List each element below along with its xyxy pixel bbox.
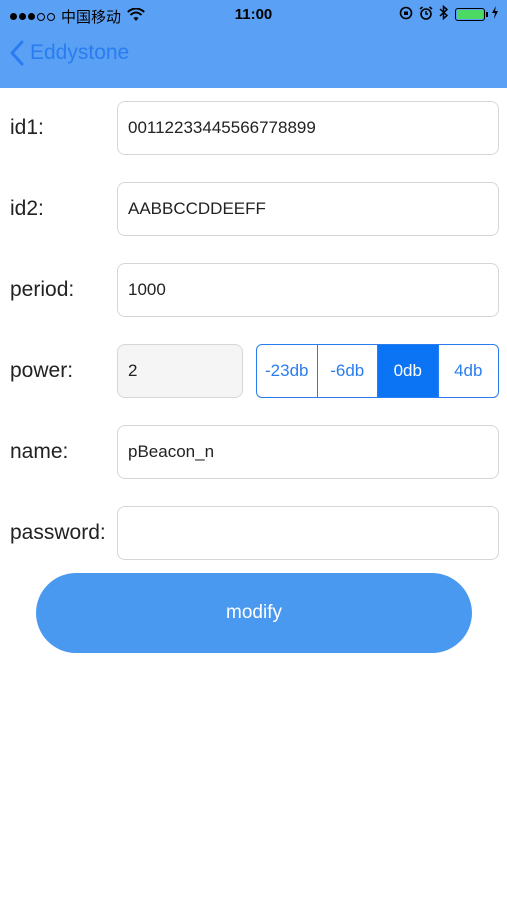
power-row: power: -23db -6db 0db 4db (0, 344, 507, 398)
alarm-icon (419, 5, 433, 24)
back-button[interactable]: Eddystone (10, 40, 129, 66)
id1-row: id1: (0, 101, 507, 155)
power-label: power: (10, 359, 74, 382)
id1-label: id1: (10, 116, 44, 139)
power-option-minus6db[interactable]: -6db (316, 345, 378, 397)
name-input[interactable] (117, 425, 499, 479)
power-option-0db[interactable]: 0db (377, 345, 438, 397)
period-label: period: (10, 278, 75, 301)
name-row: name: (0, 425, 507, 479)
top-bar: 中国移动 11:00 Eddystone (0, 0, 507, 88)
id1-input[interactable] (117, 101, 499, 155)
status-right (399, 4, 499, 24)
status-bar: 中国移动 11:00 (0, 0, 507, 30)
period-row: period: (0, 263, 507, 317)
id2-row: id2: (0, 182, 507, 236)
password-label: password: (10, 521, 106, 544)
power-option-minus23db[interactable]: -23db (257, 345, 317, 397)
password-input[interactable] (117, 506, 499, 560)
back-label: Eddystone (30, 41, 130, 64)
password-row: password: (0, 506, 507, 560)
id2-label: id2: (10, 197, 44, 220)
power-segmented-control: -23db -6db 0db 4db (256, 344, 499, 398)
name-label: name: (10, 440, 69, 463)
id2-input[interactable] (117, 182, 499, 236)
modify-button[interactable]: modify (36, 573, 472, 653)
battery-icon (455, 8, 488, 21)
power-input[interactable] (117, 344, 243, 398)
chevron-left-icon (10, 40, 24, 66)
rotation-lock-icon (399, 6, 413, 24)
period-input[interactable] (117, 263, 499, 317)
bluetooth-icon (439, 4, 449, 24)
navigation-bar: Eddystone (0, 30, 507, 88)
power-option-4db[interactable]: 4db (437, 345, 499, 397)
charging-icon (491, 6, 499, 23)
